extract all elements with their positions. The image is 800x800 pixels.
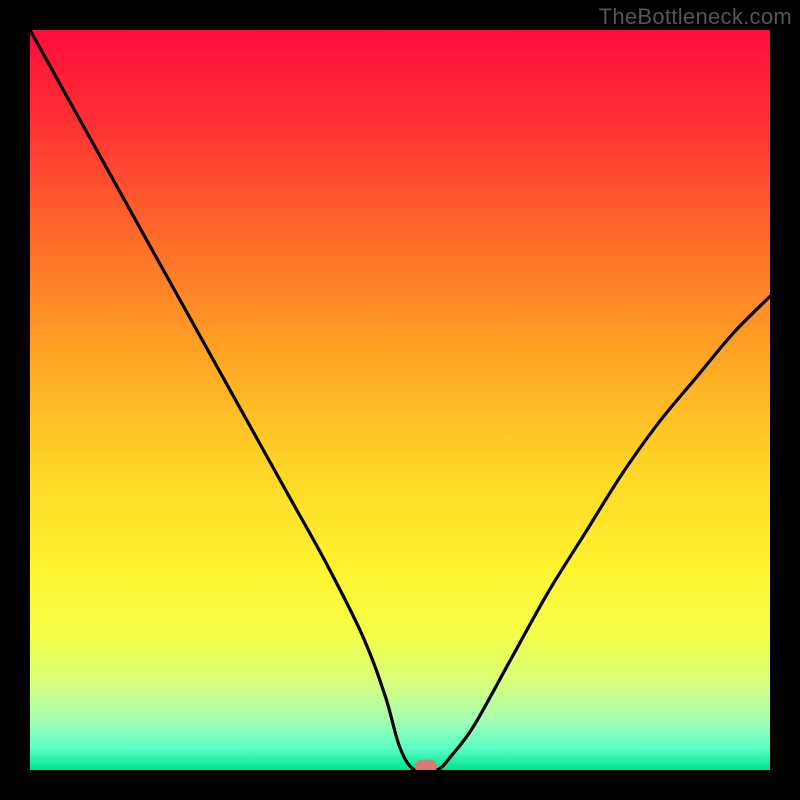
- chart-frame: TheBottleneck.com: [0, 0, 800, 800]
- optimal-point-marker: [415, 760, 437, 770]
- attribution-label: TheBottleneck.com: [599, 4, 792, 30]
- bottleneck-chart: [30, 30, 770, 770]
- gradient-background: [30, 30, 770, 770]
- plot-area: [30, 30, 770, 770]
